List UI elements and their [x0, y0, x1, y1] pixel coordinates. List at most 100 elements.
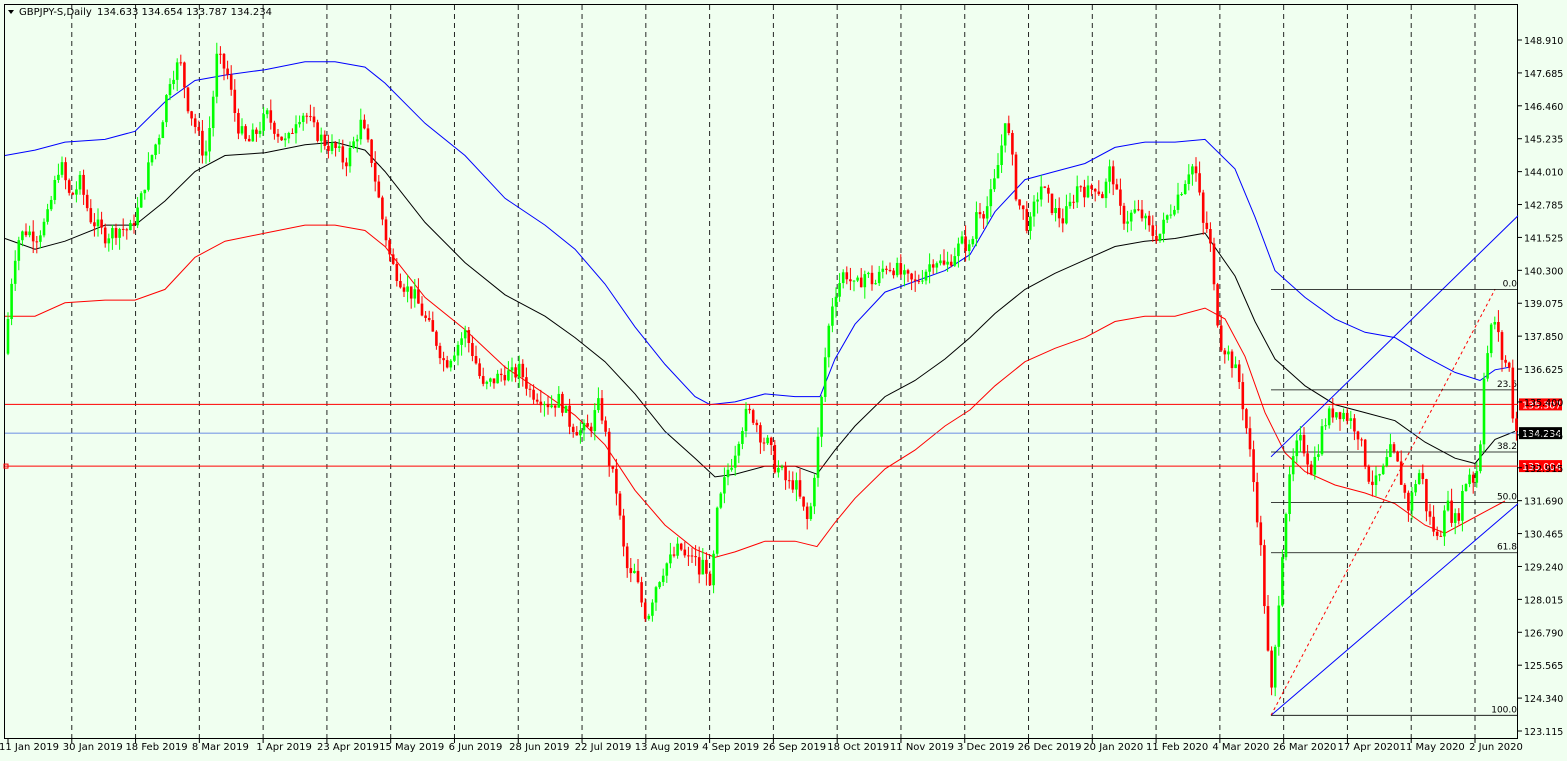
- bear-candle: [514, 367, 517, 378]
- bear-candle: [244, 126, 247, 139]
- bear-candle: [31, 231, 35, 242]
- bull-candle: [46, 209, 49, 222]
- bull-candle: [211, 96, 215, 128]
- bull-candle: [287, 133, 291, 139]
- bear-candle: [103, 227, 107, 244]
- bull-candle: [168, 84, 172, 96]
- bear-candle: [1011, 132, 1014, 155]
- bear-candle: [179, 62, 183, 64]
- bull-candle: [298, 121, 301, 125]
- bear-candle: [1302, 434, 1306, 454]
- bear-candle: [1252, 449, 1255, 483]
- bear-candle: [1248, 428, 1252, 450]
- bull-candle: [795, 480, 798, 490]
- bull-candle: [1453, 513, 1457, 523]
- bear-candle: [1212, 243, 1216, 285]
- bear-candle: [247, 138, 251, 142]
- bull-candle: [1493, 321, 1497, 325]
- bull-candle: [654, 587, 658, 603]
- bull-candle: [1378, 474, 1381, 476]
- bear-candle: [1007, 123, 1011, 133]
- price-chart[interactable]: 135.307133.004134.234 0.023.638.250.061.…: [0, 0, 1567, 757]
- bear-candle: [629, 568, 633, 574]
- bull-candle: [463, 330, 467, 339]
- bear-candle: [222, 53, 226, 69]
- bear-candle: [366, 128, 370, 140]
- bear-candle: [1497, 321, 1500, 333]
- bear-candle: [892, 270, 895, 276]
- bear-candle: [539, 401, 543, 406]
- bear-candle: [1345, 412, 1349, 421]
- bull-candle: [1482, 378, 1486, 445]
- bear-candle: [589, 426, 593, 432]
- bear-candle: [291, 133, 294, 135]
- bull-candle: [935, 263, 939, 268]
- bull-candle: [1273, 646, 1277, 688]
- bear-candle: [1270, 650, 1273, 688]
- bear-candle: [942, 260, 946, 265]
- bear-candle: [1367, 466, 1371, 482]
- bull-candle: [809, 506, 813, 520]
- bull-candle: [1479, 444, 1482, 472]
- bull-candle: [1068, 201, 1072, 207]
- bear-candle: [471, 343, 474, 357]
- bull-candle: [737, 443, 741, 456]
- price-tick-label: 134.175: [1524, 431, 1563, 442]
- bull-candle: [1158, 233, 1162, 241]
- bear-candle: [679, 543, 683, 550]
- bear-candle: [1093, 188, 1097, 192]
- bull-candle: [1227, 351, 1230, 355]
- bear-candle: [445, 360, 449, 368]
- bull-candle: [17, 240, 21, 261]
- bear-candle: [1043, 186, 1047, 188]
- bull-candle: [507, 370, 510, 381]
- bull-candle: [1183, 184, 1187, 195]
- fib-level-label: 50.0: [1497, 492, 1517, 502]
- bull-candle: [1468, 474, 1471, 485]
- bull-candle: [733, 455, 737, 468]
- bull-candle: [175, 62, 179, 80]
- bull-candle: [1320, 426, 1324, 455]
- date-tick-label: 8 Mar 2019: [192, 742, 249, 753]
- date-tick-label: 2 Jun 2020: [1469, 742, 1523, 753]
- price-tick-label: 137.850: [1524, 332, 1563, 343]
- bull-candle: [1299, 434, 1302, 441]
- bear-candle: [978, 212, 982, 215]
- bear-candle: [100, 219, 103, 228]
- price-tick-label: 131.690: [1524, 497, 1563, 508]
- bear-candle: [532, 389, 535, 400]
- price-tick-label: 128.015: [1524, 595, 1563, 606]
- bear-candle: [1216, 284, 1219, 326]
- bull-candle: [1065, 206, 1068, 224]
- bull-candle: [723, 477, 726, 494]
- chart-window[interactable]: 135.307 133.004 134.234 0.0 23.6 38.2 50.0 61.…: [0, 0, 1567, 757]
- bear-candle: [611, 465, 615, 469]
- bear-candle: [751, 410, 755, 423]
- bear-candle: [1421, 473, 1425, 480]
- bull-candle: [719, 493, 723, 508]
- bear-candle: [233, 89, 237, 114]
- bear-candle: [305, 115, 309, 117]
- bear-candle: [784, 466, 787, 481]
- bear-candle: [964, 236, 967, 252]
- bear-candle: [683, 549, 687, 556]
- price-tick-label: 135.400: [1524, 398, 1563, 409]
- bear-candle: [1209, 229, 1212, 244]
- date-tick-label: 18 Feb 2019: [125, 742, 187, 753]
- bull-candle: [1410, 492, 1414, 511]
- bear-candle: [1115, 184, 1119, 190]
- bear-candle: [600, 398, 604, 421]
- bear-candle: [183, 62, 186, 88]
- bull-candle: [1374, 475, 1378, 486]
- bull-candle: [1324, 425, 1327, 427]
- bear-candle: [1241, 382, 1245, 410]
- bear-candle: [229, 74, 233, 90]
- date-tick-label: 26 Sep 2019: [763, 742, 826, 753]
- bear-candle: [798, 480, 802, 497]
- bear-candle: [1439, 535, 1443, 537]
- bear-candle: [327, 145, 330, 151]
- price-tick-label: 148.910: [1524, 36, 1563, 47]
- bull-candle: [456, 344, 460, 356]
- date-tick-label: 18 Oct 2019: [827, 742, 889, 753]
- bear-candle: [849, 279, 852, 282]
